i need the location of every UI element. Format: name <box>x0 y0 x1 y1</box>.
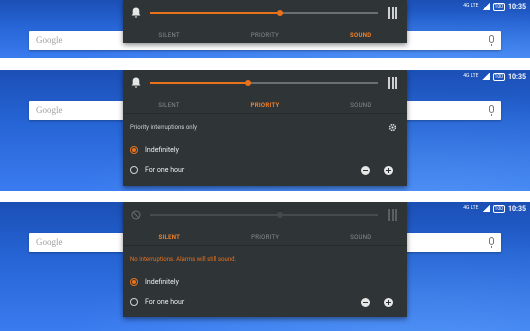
battery-icon: 100 <box>492 2 505 11</box>
mode-tabs: SILENT PRIORITY SOUND <box>123 98 407 112</box>
volume-slider[interactable] <box>150 10 378 16</box>
volume-panel: SILENT PRIORITY SOUND <box>123 0 407 43</box>
volume-panel: SILENT PRIORITY SOUND Priority interrupt… <box>123 70 407 186</box>
radio-selected[interactable] <box>130 146 138 154</box>
status-bar: 4G LTE 100 10:35 <box>463 2 526 11</box>
duration-stepper <box>361 297 393 307</box>
battery-icon: 100 <box>492 204 505 213</box>
minus-icon[interactable] <box>361 165 370 175</box>
battery-icon: 100 <box>492 72 505 81</box>
do-not-disturb-icon[interactable] <box>131 209 141 221</box>
google-logo: Google <box>36 35 63 45</box>
mode-caption: Priority interruptions only <box>130 124 197 131</box>
mic-icon[interactable] <box>489 237 494 248</box>
lte-label: 4G LTE <box>463 3 479 9</box>
option-label: Indefinitely <box>145 278 179 286</box>
screen-1: 4G LTE 100 10:35 Google SILENT PRIORITY … <box>0 0 530 58</box>
mode-tabs: SILENT PRIORITY SOUND <box>123 230 407 244</box>
tab-sound[interactable]: SOUND <box>350 102 371 109</box>
mic-icon[interactable] <box>489 105 494 116</box>
duration-stepper <box>361 165 393 175</box>
tab-silent[interactable]: SILENT <box>159 32 180 39</box>
option-indefinitely[interactable]: Indefinitely <box>130 145 400 155</box>
bell-icon[interactable] <box>131 7 141 19</box>
status-bar: 4G LTE 100 10:35 <box>463 72 526 81</box>
screen-2: 4G LTE 100 10:35 Google SILENT PRIORITY … <box>0 70 530 191</box>
status-bar: 4G LTE 100 10:35 <box>463 204 526 213</box>
signal-icon <box>481 73 490 80</box>
screen-3: 4G LTE 100 10:35 Google SILENT PRIORITY … <box>0 202 530 331</box>
signal-icon <box>481 205 490 212</box>
tab-priority[interactable]: PRIORITY <box>251 102 280 109</box>
radio-selected[interactable] <box>130 278 138 286</box>
bell-icon[interactable] <box>131 77 141 89</box>
volume-fill <box>150 12 280 14</box>
clock: 10:35 <box>507 204 526 213</box>
plus-icon[interactable] <box>384 297 393 307</box>
settings-equalizer-icon[interactable] <box>388 77 397 89</box>
tab-priority[interactable]: PRIORITY <box>251 234 279 241</box>
google-logo: Google <box>36 105 63 115</box>
tab-priority[interactable]: PRIORITY <box>251 32 279 39</box>
radio-unselected[interactable] <box>130 166 138 174</box>
settings-equalizer-icon[interactable] <box>388 209 397 221</box>
option-one-hour[interactable]: For one hour <box>130 165 400 175</box>
volume-fill <box>150 82 249 84</box>
option-one-hour[interactable]: For one hour <box>130 297 400 307</box>
volume-slider[interactable] <box>150 80 378 86</box>
clock: 10:35 <box>507 2 526 11</box>
mode-tabs: SILENT PRIORITY SOUND <box>123 28 407 42</box>
option-indefinitely[interactable]: Indefinitely <box>130 277 400 287</box>
plus-icon[interactable] <box>384 165 393 175</box>
volume-thumb[interactable] <box>245 80 252 86</box>
volume-panel: SILENT PRIORITY SOUND No interruptions. … <box>123 202 407 317</box>
option-label: For one hour <box>145 298 185 306</box>
clock: 10:35 <box>507 72 526 81</box>
volume-thumb[interactable] <box>276 10 283 16</box>
volume-slider-disabled <box>150 212 378 218</box>
tab-sound[interactable]: SOUND <box>350 32 371 39</box>
signal-icon <box>481 3 490 10</box>
tab-sound[interactable]: SOUND <box>350 234 371 241</box>
minus-icon[interactable] <box>361 297 370 307</box>
lte-label: 4G LTE <box>463 205 479 211</box>
tab-silent[interactable]: SILENT <box>158 102 179 109</box>
mic-icon[interactable] <box>489 35 494 46</box>
google-logo: Google <box>36 237 63 247</box>
mode-caption: No interruptions. Alarms will still soun… <box>130 256 237 263</box>
radio-unselected[interactable] <box>130 298 138 306</box>
settings-equalizer-icon[interactable] <box>388 7 397 19</box>
volume-thumb <box>276 212 283 218</box>
gear-icon[interactable] <box>388 123 397 132</box>
lte-label: 4G LTE <box>463 73 479 79</box>
option-label: Indefinitely <box>145 146 179 154</box>
option-label: For one hour <box>145 166 185 174</box>
tab-silent[interactable]: SILENT <box>158 234 180 241</box>
